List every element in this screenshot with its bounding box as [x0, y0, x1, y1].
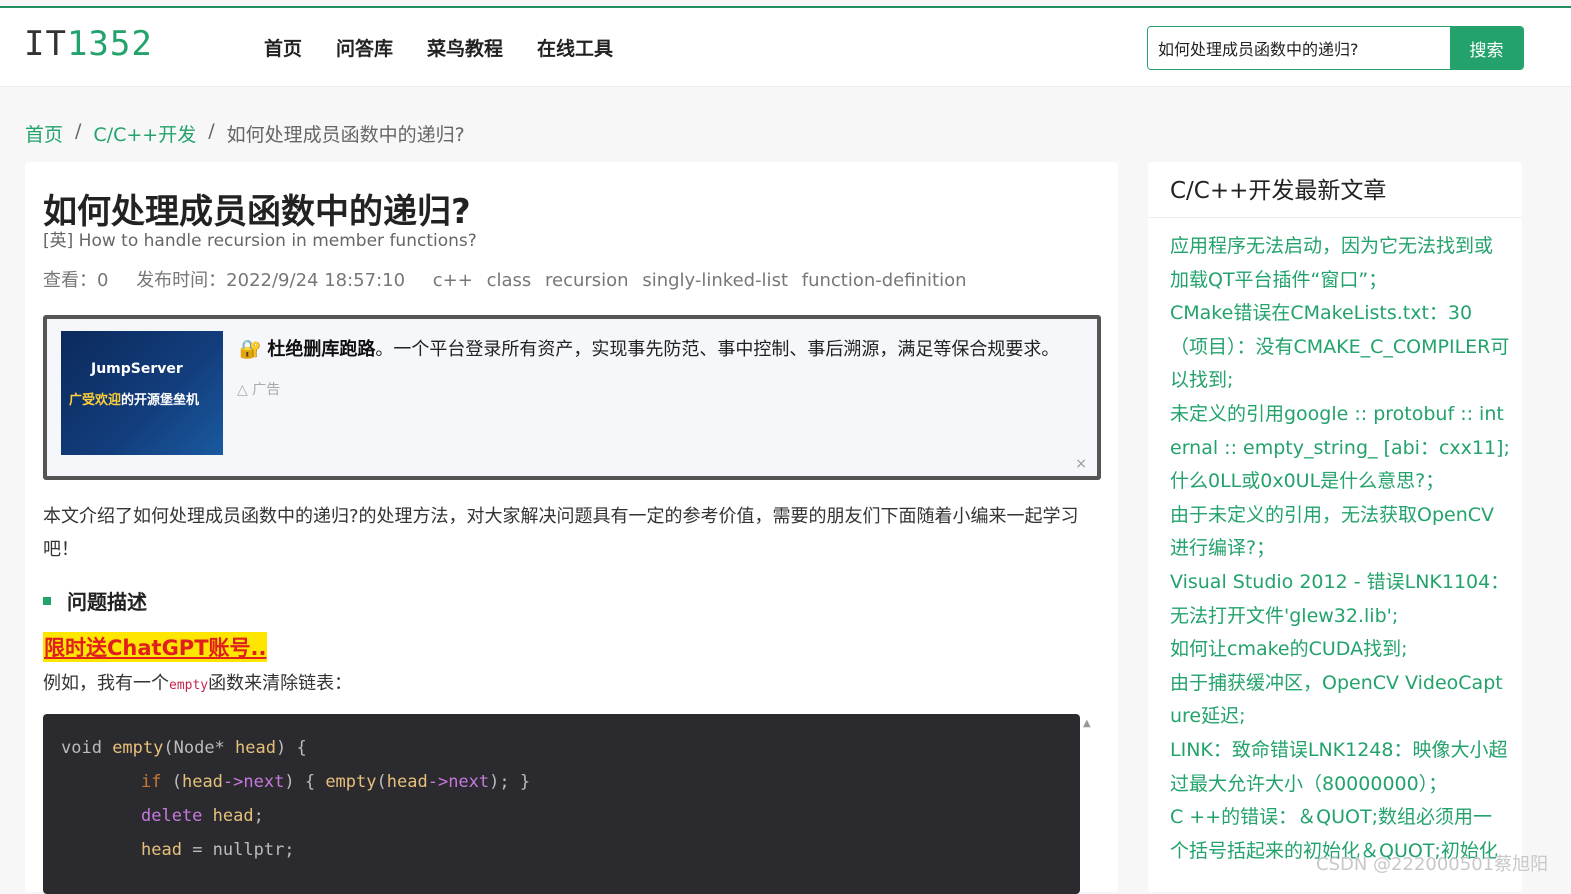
promo-link[interactable]: 限时送ChatGPT账号..	[43, 632, 268, 662]
tag-item[interactable]: recursion	[545, 270, 629, 291]
sidebar-article-link[interactable]: 什么0LL或0x0UL是什么意思?；	[1170, 465, 1510, 499]
search-input[interactable]	[1148, 27, 1450, 69]
latest-articles-list: 应用程序无法启动，因为它无法找到或加载QT平台插件“窗口”； CMake错误在C…	[1170, 230, 1510, 868]
breadcrumb-current: 如何处理成员函数中的递归?	[226, 124, 465, 146]
tag-item[interactable]: function-definition	[802, 270, 967, 291]
nav-qa[interactable]: 问答库	[336, 34, 393, 61]
ad-label: △ 广告	[237, 382, 281, 398]
sidebar-title: C/C++开发最新文章	[1148, 162, 1522, 218]
close-icon[interactable]: ×	[1075, 456, 1087, 472]
sidebar-article-link[interactable]: 由于捕获缓冲区，OpenCV VideoCapture延迟;	[1170, 667, 1510, 734]
code-line: if (head->next) { empty(head->next); }	[141, 772, 531, 792]
ad-brand: JumpServer	[91, 361, 183, 377]
view-count: 查看：0	[43, 270, 109, 291]
ad-banner[interactable]: JumpServer 广受欢迎的开源堡垒机 🔐 杜绝删库跑路。一个平台登录所有资产…	[43, 315, 1101, 480]
article-panel: 如何处理成员函数中的递归? [英] How to handle recursio…	[25, 162, 1118, 894]
tag-item[interactable]: class	[487, 270, 532, 291]
question-text: 例如，我有一个empty函数来清除链表：	[43, 673, 353, 694]
article-meta: 查看：0 发布时间：2022/9/24 18:57:10 c++ class r…	[43, 266, 997, 292]
ad-slogan: 广受欢迎的开源堡垒机	[69, 393, 200, 408]
sidebar-article-link[interactable]: 如何让cmake的CUDA找到;	[1170, 633, 1510, 667]
sidebar-article-link[interactable]: 未定义的引用google :: protobuf :: internal :: …	[1170, 398, 1510, 465]
sidebar-article-link[interactable]: LINK：致命错误LNK1248：映像大小超过最大允许大小（80000000）；	[1170, 734, 1510, 801]
ad-text[interactable]: 🔐 杜绝删库跑路。一个平台登录所有资产，实现事先防范、事中控制、事后溯源，满足等保…	[239, 335, 1059, 361]
sidebar-article-link[interactable]: 由于未定义的引用，无法获取OpenCV进行编译?；	[1170, 499, 1510, 566]
search-box: 搜索	[1147, 26, 1524, 70]
breadcrumb-separator: /	[208, 120, 215, 142]
scroll-up-arrow-icon[interactable]: ▲	[1083, 718, 1091, 729]
sidebar-article-link[interactable]: CMake错误在CMakeLists.txt：30（项目）：没有CMAKE_C_…	[1170, 297, 1510, 398]
inline-code: empty	[169, 678, 209, 693]
site-header: IT1352 首页 问答库 菜鸟教程 在线工具 搜索	[0, 8, 1571, 87]
code-block: void empty(Node* head) { if (head->next)…	[43, 714, 1080, 894]
search-button[interactable]: 搜索	[1450, 27, 1523, 69]
ad-bold-text: 杜绝删库跑路	[267, 339, 376, 360]
breadcrumb-home[interactable]: 首页	[25, 120, 63, 147]
nav-tutorial[interactable]: 菜鸟教程	[427, 34, 503, 61]
sidebar: C/C++开发最新文章 应用程序无法启动，因为它无法找到或加载QT平台插件“窗口…	[1148, 162, 1522, 892]
breadcrumb: 首页 / C/C++开发 / 如何处理成员函数中的递归?	[25, 120, 465, 147]
publish-time: 发布时间：2022/9/24 18:57:10	[136, 270, 406, 291]
lock-icon: 🔐	[239, 339, 262, 360]
tag-item[interactable]: singly-linked-list	[642, 270, 788, 291]
csdn-watermark: CSDN @222000501蔡旭阳	[1316, 854, 1549, 875]
article-intro: 本文介绍了如何处理成员函数中的递归?的处理方法，对大家解决问题具有一定的参考价值…	[43, 506, 1079, 560]
section-heading: 问题描述	[43, 586, 147, 615]
sidebar-article-link[interactable]: Visual Studio 2012 - 错误LNK1104：无法打开文件'gl…	[1170, 566, 1510, 633]
ad-image[interactable]: JumpServer 广受欢迎的开源堡垒机	[61, 331, 223, 455]
breadcrumb-separator: /	[75, 120, 82, 142]
square-bullet-icon	[43, 596, 51, 605]
tag-item[interactable]: c++	[433, 270, 473, 291]
nav-tools[interactable]: 在线工具	[537, 34, 613, 61]
main-nav: 首页 问答库 菜鸟教程 在线工具	[264, 34, 613, 61]
breadcrumb-category[interactable]: C/C++开发	[93, 120, 196, 147]
nav-home[interactable]: 首页	[264, 34, 302, 61]
code-line: head = nullptr;	[141, 840, 295, 860]
code-line: void empty(Node* head) {	[61, 738, 307, 758]
code-line: delete head;	[141, 806, 264, 826]
ad-triangle-icon: △	[237, 382, 248, 398]
site-logo[interactable]: IT1352	[24, 24, 153, 64]
ad-body-text: 。一个平台登录所有资产，实现事先防范、事中控制、事后溯源，满足等保合规要求。	[375, 339, 1060, 360]
sidebar-article-link[interactable]: 应用程序无法启动，因为它无法找到或加载QT平台插件“窗口”；	[1170, 230, 1510, 297]
tag-list: c++ class recursion singly-linked-list f…	[433, 270, 975, 291]
english-title: [英] How to handle recursion in member fu…	[43, 231, 477, 251]
